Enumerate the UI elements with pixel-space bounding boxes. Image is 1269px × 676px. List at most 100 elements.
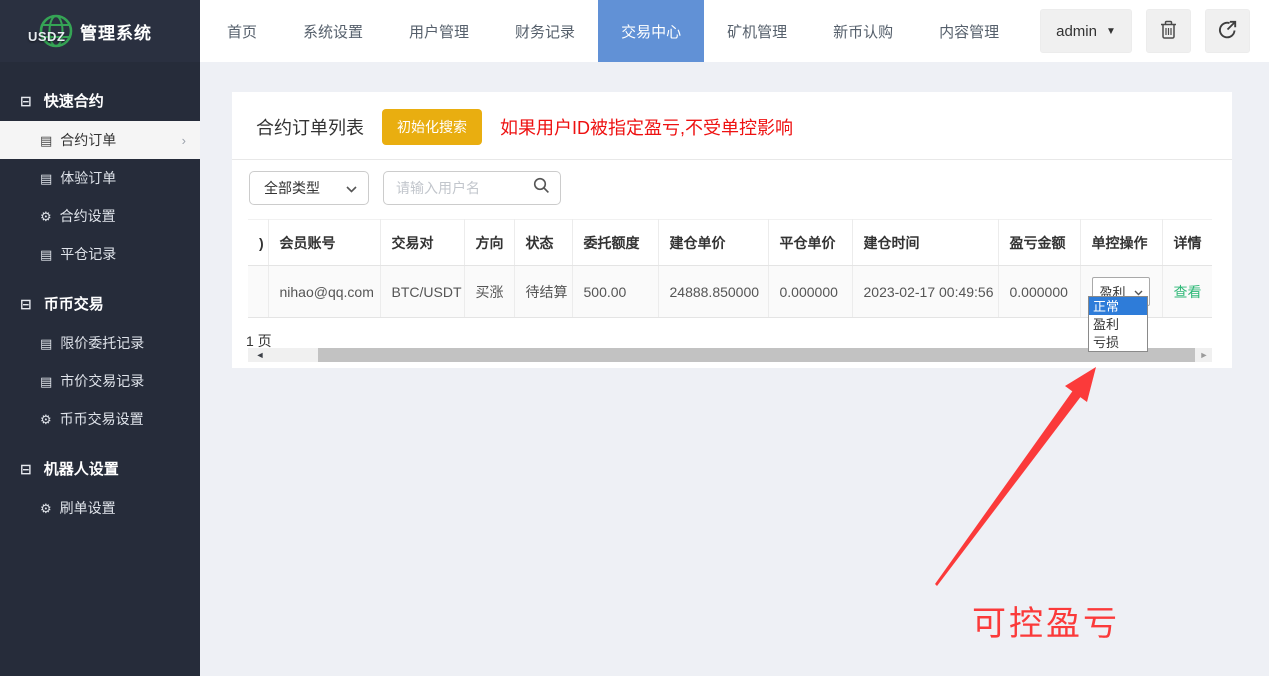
init-search-button[interactable]: 初始化搜索 [382,109,482,145]
filter-bar: 全部类型 [232,160,1232,216]
cell-detail: 查看 [1162,266,1212,318]
cell-open-time: 2023-02-17 00:49:56 [852,266,998,318]
view-detail-link[interactable]: 查看 [1174,284,1202,300]
nav-item-miner-management[interactable]: 矿机管理 [704,0,810,62]
scrollbar-right-arrow[interactable]: ► [1196,348,1212,362]
col-account: 会员账号 [268,220,380,266]
sidebar-section-label: 币币交易 [44,293,104,314]
type-filter-select[interactable]: 全部类型 [249,171,369,205]
trash-icon [1160,20,1177,42]
gear-icon: ⚙ [40,210,52,223]
dropdown-option-loss[interactable]: 亏损 [1089,333,1147,351]
admin-user-label: admin [1056,23,1097,40]
logout-button[interactable] [1205,9,1250,53]
sidebar-item-contract-settings[interactable]: ⚙ 合约设置 [0,197,200,235]
cell-pair: BTC/USDT [380,266,464,318]
horizontal-scrollbar[interactable]: ◄ ► [248,348,1212,362]
sidebar-item-label: 合约订单 [60,130,116,150]
sidebar-item-coin-trade-settings[interactable]: ⚙ 币币交易设置 [0,400,200,438]
sidebar-item-brush-order-settings[interactable]: ⚙ 刷单设置 [0,489,200,527]
pagination-text: 1 页 [232,318,1232,351]
chevron-right-icon: › [182,133,186,148]
collapse-icon: ⊟ [20,462,32,476]
username-search-box [383,171,561,205]
admin-user-button[interactable]: admin ▼ [1040,9,1132,53]
cell-open-price: 24888.850000 [658,266,768,318]
gear-icon: ⚙ [40,413,52,426]
top-nav: 首页 系统设置 用户管理 财务记录 交易中心 矿机管理 新币认购 内容管理 [200,0,1040,62]
sidebar-section-label: 快速合约 [44,90,104,111]
dropdown-option-profit[interactable]: 盈利 [1089,315,1147,333]
collapse-icon: ⊟ [20,297,32,311]
sidebar-item-trial-orders[interactable]: ▤ 体验订单 [0,159,200,197]
app-title: 管理系统 [80,19,152,44]
scrollbar-thumb[interactable] [318,348,1195,362]
nav-item-trade-center[interactable]: 交易中心 [598,0,704,62]
caret-down-icon: ▼ [1106,26,1116,37]
table-header-row: ) 会员账号 交易对 方向 状态 委托额度 建仓单价 平仓单价 建仓时间 盈亏金… [248,220,1212,266]
nav-item-content-management[interactable]: 内容管理 [916,0,1022,62]
gear-icon: ⚙ [40,502,52,515]
sidebar-item-limit-order-records[interactable]: ▤ 限价委托记录 [0,324,200,362]
profit-control-dropdown: 正常 盈利 亏损 [1088,296,1148,352]
cell-direction: 买涨 [464,266,514,318]
type-filter-value: 全部类型 [264,178,320,198]
sidebar-item-label: 限价委托记录 [60,333,144,353]
sidebar-item-label: 刷单设置 [60,498,116,518]
col-amount: 委托额度 [572,220,658,266]
col-direction: 方向 [464,220,514,266]
trash-button[interactable] [1146,9,1191,53]
sidebar-item-label: 市价交易记录 [60,371,144,391]
scrollbar-left-arrow[interactable]: ◄ [252,348,268,362]
col-profit: 盈亏金额 [998,220,1080,266]
cell-account: nihao@qq.com [268,266,380,318]
sidebar-item-contract-orders[interactable]: ▤ 合约订单 › [0,121,200,159]
sidebar-item-label: 平仓记录 [60,244,116,264]
list-icon: ▤ [40,172,52,185]
cell-close-price: 0.000000 [768,266,852,318]
nav-item-finance-records[interactable]: 财务记录 [492,0,598,62]
nav-item-new-coin[interactable]: 新币认购 [810,0,916,62]
nav-item-home[interactable]: 首页 [204,0,280,62]
list-icon: ▤ [40,375,52,388]
sidebar-item-label: 合约设置 [60,206,116,226]
main-content: 合约订单列表 初始化搜索 如果用户ID被指定盈亏,不受单控影响 全部类型 [200,62,1269,676]
orders-table: ) 会员账号 交易对 方向 状态 委托额度 建仓单价 平仓单价 建仓时间 盈亏金… [248,219,1212,318]
order-list-card: 合约订单列表 初始化搜索 如果用户ID被指定盈亏,不受单控影响 全部类型 [232,92,1232,368]
dropdown-option-normal[interactable]: 正常 [1089,297,1147,315]
collapse-icon: ⊟ [20,94,32,108]
cell-status: 待结算 [514,266,572,318]
sidebar-section-robot-settings[interactable]: ⊟ 机器人设置 [0,448,200,489]
app-logo: USDZ 管理系统 [0,0,200,62]
table-row: nihao@qq.com BTC/USDT 买涨 待结算 500.00 2488… [248,266,1212,318]
chevron-down-icon [346,180,357,196]
export-icon [1218,20,1237,42]
list-icon: ▤ [40,248,52,261]
search-icon[interactable] [533,177,550,199]
globe-icon: USDZ [34,9,78,53]
col-id-partial: ) [248,220,268,266]
warning-text: 如果用户ID被指定盈亏,不受单控影响 [500,114,793,140]
topbar-actions: admin ▼ [1040,0,1269,62]
col-open-price: 建仓单价 [658,220,768,266]
nav-item-system-settings[interactable]: 系统设置 [280,0,386,62]
sidebar-section-quick-contract[interactable]: ⊟ 快速合约 [0,80,200,121]
col-pair: 交易对 [380,220,464,266]
sidebar-item-label: 币币交易设置 [60,409,144,429]
sidebar: ⊟ 快速合约 ▤ 合约订单 › ▤ 体验订单 ⚙ 合约设置 ▤ 平仓记录 ⊟ 币… [0,62,200,676]
sidebar-item-market-trade-records[interactable]: ▤ 市价交易记录 [0,362,200,400]
list-icon: ▤ [40,134,52,147]
cell-id-partial [248,266,268,318]
username-search-input[interactable] [396,180,533,196]
nav-item-user-management[interactable]: 用户管理 [386,0,492,62]
page-title: 合约订单列表 [256,114,364,140]
sidebar-section-coin-trade[interactable]: ⊟ 币币交易 [0,283,200,324]
cell-amount: 500.00 [572,266,658,318]
col-detail: 详情 [1162,220,1212,266]
col-open-time: 建仓时间 [852,220,998,266]
sidebar-section-label: 机器人设置 [44,458,119,479]
sidebar-item-close-records[interactable]: ▤ 平仓记录 [0,235,200,273]
sidebar-item-label: 体验订单 [60,168,116,188]
annotation-text: 可控盈亏 [972,596,1120,645]
cell-profit: 0.000000 [998,266,1080,318]
